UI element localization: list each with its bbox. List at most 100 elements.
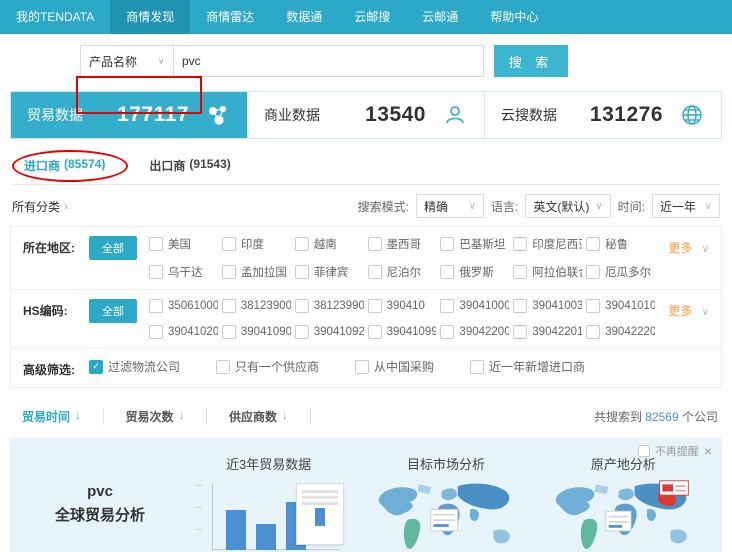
stat-business-data[interactable]: 商业数据 13540 [247,92,484,138]
search-mode-select[interactable]: 精确 ∨ [416,194,484,218]
search-input[interactable] [174,45,484,77]
section-origin-analysis[interactable]: 原产地分析 [535,444,712,552]
checkbox-icon[interactable] [586,325,600,339]
hs-code-option[interactable]: 39041010 [586,299,655,313]
hs-code-more-link[interactable]: 更多 ∨ [655,299,709,319]
region-option[interactable]: 秘鲁 [586,236,655,252]
nav-item-cloud-mail-search[interactable]: 云邮搜 [338,0,406,34]
checkbox-icon[interactable] [295,265,309,279]
nav-item-my-tendata[interactable]: 我的TENDATA [0,0,110,34]
result-count[interactable]: 82569 [645,410,678,424]
search-button[interactable]: 搜 索 [494,45,568,77]
stat-trade-data[interactable]: 贸易数据 177117 [11,92,247,138]
checkbox-icon[interactable] [295,299,309,313]
advanced-option-new-importers[interactable]: 近一年新增进口商 [470,358,585,375]
hs-code-all-button[interactable]: 全部 [89,299,137,323]
checkbox-icon[interactable] [440,325,454,339]
close-icon[interactable]: × [704,444,712,458]
stat-cloud-search-data[interactable]: 云搜数据 131276 [484,92,721,138]
region-option[interactable]: 乌干达 [149,264,218,280]
hs-code-option[interactable]: 39041092 [295,325,364,339]
search-category-select[interactable]: 产品名称 ∨ [80,45,174,77]
checkbox-icon[interactable] [586,237,600,251]
checkbox-icon[interactable] [368,325,382,339]
checkbox-icon[interactable] [638,445,650,457]
checkbox-icon[interactable] [586,265,600,279]
stat-trade-data-label: 贸易数据 [27,105,83,125]
checkbox-icon[interactable] [295,237,309,251]
section-trade-3years[interactable]: 近3年贸易数据 — — — / / / [180,444,357,552]
all-categories-link[interactable]: 所有分类 › [12,198,68,215]
hs-code-option[interactable]: 39041090 [222,325,291,339]
region-option[interactable]: 印度 [222,236,291,252]
checkbox-icon[interactable] [470,360,484,374]
stat-cloud-search-data-value: 131276 [590,103,663,127]
region-option[interactable]: 巴基斯坦 [440,236,509,252]
advanced-option-filter-logistics[interactable]: ✓过滤物流公司 [89,358,180,375]
tab-importers[interactable]: 进口商 (85574) [20,150,109,184]
checkbox-icon[interactable] [149,265,163,279]
nav-item-cloud-mail[interactable]: 云邮通 [406,0,474,34]
nav-item-help-center[interactable]: 帮助中心 [474,0,554,34]
region-option[interactable]: 厄瓜多尔 [586,264,655,280]
advanced-option-buy-from-china[interactable]: 从中国采购 [355,358,434,375]
region-more-link[interactable]: 更多 ∨ [655,236,709,256]
checkbox-icon[interactable] [355,360,369,374]
sort-trade-count[interactable]: 贸易次数 ↓ [104,408,208,425]
region-option[interactable]: 俄罗斯 [440,264,509,280]
checkbox-icon[interactable] [586,299,600,313]
hs-code-option[interactable]: 39042201 [513,325,582,339]
sort-trade-time[interactable]: 贸易时间 ↓ [10,408,104,425]
region-option[interactable]: 尼泊尔 [368,264,437,280]
checkbox-icon[interactable] [222,325,236,339]
hs-code-option[interactable]: 39041020 [149,325,218,339]
checkbox-icon[interactable] [222,299,236,313]
hs-code-option[interactable]: 39042200 [440,325,509,339]
nav-item-business-radar[interactable]: 商情雷达 [190,0,270,34]
hs-code-more-label: 更多 [668,304,692,318]
nav-item-data-link[interactable]: 数据通 [270,0,338,34]
checkbox-icon[interactable] [149,237,163,251]
region-option[interactable]: 孟加拉国 [222,264,291,280]
region-all-button[interactable]: 全部 [89,236,137,260]
checkbox-icon[interactable] [440,299,454,313]
advanced-option-single-supplier[interactable]: 只有一个供应商 [216,358,319,375]
checkbox-icon[interactable] [149,325,163,339]
checkbox-icon[interactable] [368,299,382,313]
region-option[interactable]: 印度尼西亚 [513,236,582,252]
hs-code-option[interactable]: 38123990 [295,299,364,313]
checkbox-icon[interactable] [295,325,309,339]
sort-supplier-count[interactable]: 供应商数 ↓ [207,408,311,425]
checkbox-icon[interactable] [149,299,163,313]
hs-code-option[interactable]: 39042220 [586,325,655,339]
hs-code-option[interactable]: 39041003 [513,299,582,313]
hs-code-option[interactable]: 38123900 [222,299,291,313]
checkbox-icon[interactable] [368,237,382,251]
checkbox-icon[interactable] [368,265,382,279]
region-option[interactable]: 阿拉伯联合酋... [513,264,582,280]
time-select[interactable]: 近一年 ∨ [652,194,720,218]
region-option[interactable]: 美国 [149,236,218,252]
checkbox-icon[interactable] [513,299,527,313]
hs-code-option[interactable]: 39041000 [440,299,509,313]
checkbox-icon[interactable] [440,265,454,279]
checkbox-icon[interactable] [513,325,527,339]
checkbox-icon[interactable] [222,237,236,251]
region-option[interactable]: 菲律宾 [295,264,364,280]
region-option-label: 墨西哥 [387,236,422,252]
section-target-market[interactable]: 目标市场分析 [357,444,534,552]
hs-code-option[interactable]: 39041099 [368,325,437,339]
checkbox-icon[interactable] [222,265,236,279]
region-option[interactable]: 越南 [295,236,364,252]
hs-code-option[interactable]: 35061000 [149,299,218,313]
hs-code-option[interactable]: 390410 [368,299,437,313]
checkbox-icon[interactable] [440,237,454,251]
nav-item-business-discovery[interactable]: 商情发现 [110,0,190,34]
checkbox-icon[interactable] [513,265,527,279]
checkbox-checked-icon[interactable]: ✓ [89,360,103,374]
language-select[interactable]: 英文(默认) ∨ [525,194,610,218]
tab-exporters[interactable]: 出口商 (91543) [145,150,234,184]
checkbox-icon[interactable] [513,237,527,251]
region-option[interactable]: 墨西哥 [368,236,437,252]
checkbox-icon[interactable] [216,360,230,374]
